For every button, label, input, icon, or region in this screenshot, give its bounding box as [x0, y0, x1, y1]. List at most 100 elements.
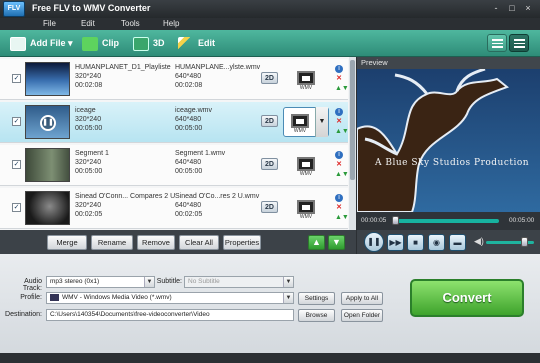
- 2d-3d-toggle[interactable]: 2D: [261, 158, 278, 170]
- output-info: Sinead O'Co...res 2 U.wmv 640*480 00:02:…: [175, 192, 259, 219]
- volume-icon: ◀): [474, 236, 484, 246]
- open-folder-button[interactable]: Open Folder: [341, 309, 383, 322]
- output-resolution: 640*480: [175, 159, 202, 166]
- close-button[interactable]: ×: [520, 2, 536, 15]
- output-format-button[interactable]: WMV: [289, 110, 311, 134]
- move-up-button[interactable]: ▲: [308, 235, 325, 250]
- audio-track-select[interactable]: mp3 stereo (0x1) ▼: [46, 276, 155, 288]
- pause-icon[interactable]: ❚❚: [40, 115, 56, 131]
- film-icon: [291, 114, 309, 128]
- remove-button[interactable]: Remove: [137, 235, 175, 250]
- maximize-button[interactable]: □: [504, 2, 520, 15]
- video-thumbnail: ❚❚: [25, 105, 70, 139]
- output-resolution: 640*480: [175, 116, 202, 123]
- source-resolution: 320*240: [75, 116, 102, 123]
- delete-icon[interactable]: ✕: [335, 75, 343, 83]
- source-name: HUMANPLANET_D1_Playliste: [75, 64, 171, 71]
- delete-icon[interactable]: ✕: [335, 204, 343, 212]
- 2d-3d-toggle[interactable]: 2D: [261, 201, 278, 213]
- source-duration: 00:02:08: [75, 82, 103, 89]
- reorder-icon[interactable]: ▲▼: [335, 171, 349, 179]
- reorder-icon[interactable]: ▲▼: [335, 85, 349, 93]
- clear-all-button[interactable]: Clear All: [179, 235, 219, 250]
- output-format-button[interactable]: WMV: [295, 196, 317, 220]
- info-icon[interactable]: i: [335, 151, 343, 159]
- edit-button[interactable]: Edit: [178, 34, 215, 52]
- rename-button[interactable]: Rename: [91, 235, 133, 250]
- output-name: Segment 1.wmv: [175, 150, 226, 157]
- list-icon: [492, 39, 503, 48]
- info-icon[interactable]: i: [335, 65, 343, 73]
- source-name: Segment 1: [75, 150, 109, 157]
- format-dropdown-button[interactable]: ▼: [315, 107, 328, 137]
- menu-help[interactable]: Help: [163, 19, 179, 28]
- profile-select[interactable]: WMV - Windows Media Video (*.wmv) ▼: [46, 292, 294, 304]
- source-name: Sinead O'Conn... Compares 2 U: [75, 193, 176, 200]
- output-name: HUMANPLANE...ylste.wmv: [175, 64, 261, 71]
- format-label: WMV: [299, 214, 313, 220]
- open-snapshot-folder-button[interactable]: ▬: [449, 234, 466, 251]
- file-row[interactable]: ✓ Segment 1 320*240 00:05:00 Segment 1.w…: [0, 145, 349, 186]
- detail-view-button[interactable]: [509, 34, 529, 52]
- output-format-button[interactable]: WMV: [295, 153, 317, 177]
- source-resolution: 320*240: [75, 159, 102, 166]
- apply-to-all-button[interactable]: Apply to All: [341, 292, 383, 305]
- file-checkbox[interactable]: ✓: [12, 160, 21, 169]
- minimize-button[interactable]: -: [488, 2, 504, 15]
- file-checkbox[interactable]: ✓: [12, 203, 21, 212]
- settings-button[interactable]: Settings: [298, 292, 335, 305]
- seek-handle[interactable]: [392, 216, 400, 225]
- 2d-3d-toggle[interactable]: 2D: [261, 72, 278, 84]
- reorder-icon[interactable]: ▲▼: [335, 214, 349, 222]
- convert-button[interactable]: Convert: [410, 279, 524, 317]
- preview-video[interactable]: A Blue Sky Studios Production: [357, 69, 540, 212]
- fast-forward-button[interactable]: ▶▶: [387, 234, 404, 251]
- destination-input[interactable]: C:\Users\140354\Documents\free-videoconv…: [46, 309, 294, 321]
- menu-file[interactable]: File: [43, 19, 56, 28]
- total-time: 00:05:00: [509, 217, 535, 224]
- file-row[interactable]: ✓ Sinead O'Conn... Compares 2 U 320*240 …: [0, 188, 349, 229]
- video-thumbnail: [25, 62, 70, 96]
- file-checkbox[interactable]: ✓: [12, 74, 21, 83]
- window-title: Free FLV to WMV Converter: [32, 3, 151, 13]
- volume-handle[interactable]: [521, 237, 529, 247]
- 2d-3d-toggle[interactable]: 2D: [261, 115, 278, 127]
- subtitle-select[interactable]: No Subtitle ▼: [184, 276, 294, 288]
- list-view-button[interactable]: [487, 34, 507, 52]
- output-info: HUMANPLANE...ylste.wmv 640*480 00:02:08: [175, 63, 260, 90]
- merge-button[interactable]: Merge: [47, 235, 87, 250]
- add-file-button[interactable]: Add File ▾: [10, 34, 73, 52]
- video-thumbnail: [25, 148, 70, 182]
- preview-caption: A Blue Sky Studios Production: [374, 158, 529, 168]
- seek-track[interactable]: [393, 219, 499, 223]
- source-info: HUMANPLANET_D1_Playliste 320*240 00:02:0…: [75, 63, 171, 90]
- delete-icon[interactable]: ✕: [335, 161, 343, 169]
- delete-icon[interactable]: ✕: [335, 118, 343, 126]
- row-actions: i ✕ ▲▼: [335, 65, 349, 95]
- format-label: WMV: [299, 85, 313, 91]
- 3d-cube-icon: [133, 36, 149, 51]
- file-row[interactable]: ✓ ❚❚ iceage 320*240 00:05:00 iceage.wmv …: [0, 102, 349, 143]
- menu-tools[interactable]: Tools: [121, 19, 140, 28]
- browse-button[interactable]: Browse: [298, 309, 335, 322]
- menu-edit[interactable]: Edit: [81, 19, 95, 28]
- file-row[interactable]: ✓ HUMANPLANET_D1_Playliste 320*240 00:02…: [0, 59, 349, 100]
- row-actions: i ✕ ▲▼: [335, 108, 349, 138]
- pause-button[interactable]: ❚❚: [364, 232, 384, 252]
- output-name: iceage.wmv: [175, 107, 212, 114]
- info-icon[interactable]: i: [335, 194, 343, 202]
- file-checkbox[interactable]: ✓: [12, 117, 21, 126]
- move-down-button[interactable]: ▼: [328, 235, 345, 250]
- properties-button[interactable]: Properties: [223, 235, 261, 250]
- clip-button[interactable]: Clip: [82, 34, 119, 52]
- source-info: iceage 320*240 00:05:00: [75, 106, 102, 133]
- output-format-button[interactable]: WMV: [295, 67, 317, 91]
- info-icon[interactable]: i: [335, 108, 343, 116]
- film-icon: [297, 200, 315, 214]
- scrollbar-thumb[interactable]: [350, 60, 355, 180]
- reorder-icon[interactable]: ▲▼: [335, 128, 349, 136]
- subtitle-label: Subtitle:: [156, 278, 182, 285]
- snapshot-button[interactable]: ◉: [428, 234, 445, 251]
- 3d-button[interactable]: 3D: [133, 34, 165, 52]
- stop-button[interactable]: ■: [407, 234, 424, 251]
